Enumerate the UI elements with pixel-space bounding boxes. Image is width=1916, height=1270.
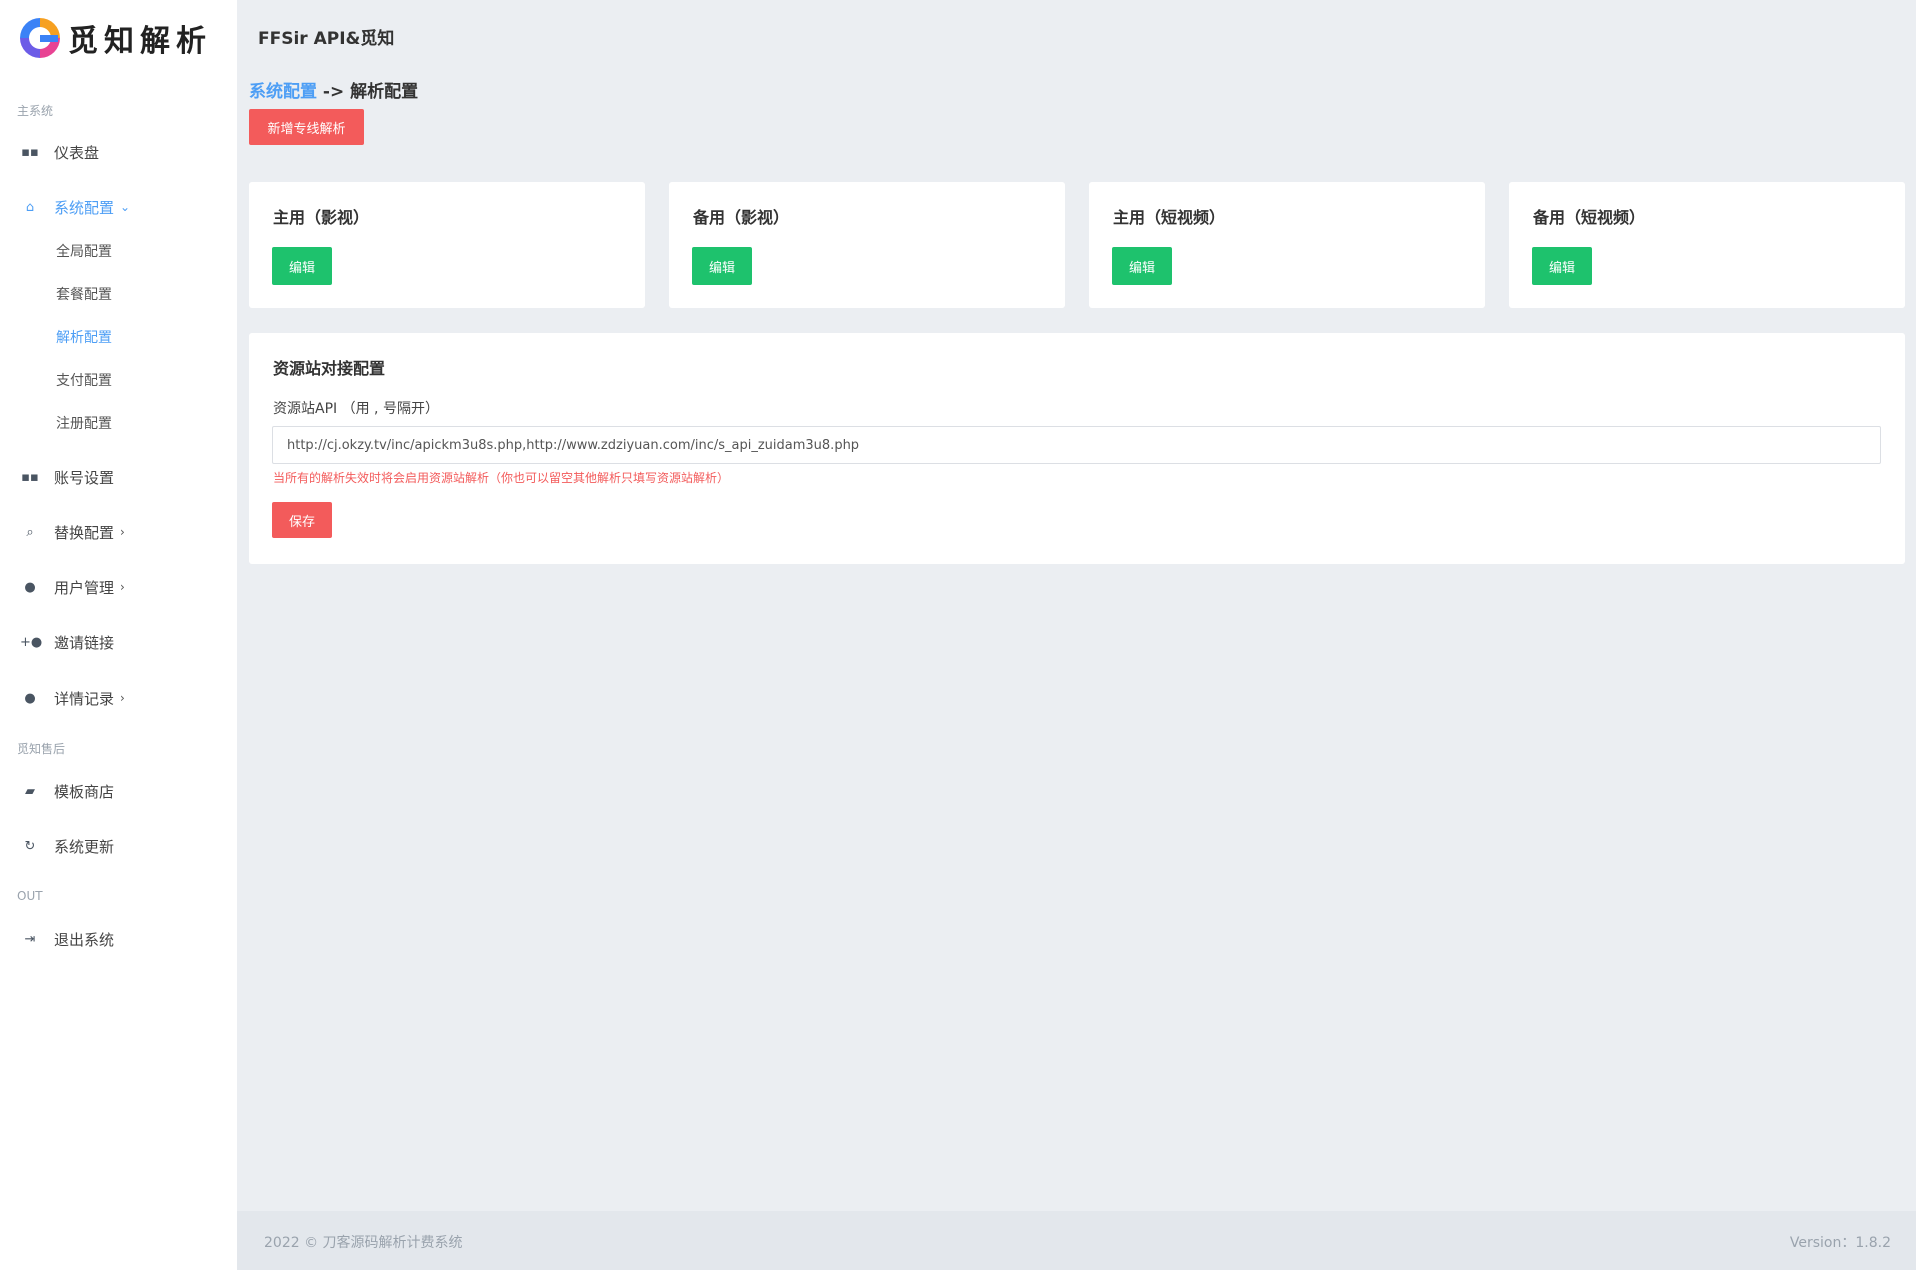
card-title: 备用（短视频） bbox=[1533, 208, 1646, 227]
sidebar-item-label: 退出系统 bbox=[54, 930, 115, 949]
sidebar-item-label: 详情记录 bbox=[54, 689, 115, 708]
edit-button[interactable]: 编辑 bbox=[1112, 247, 1172, 285]
sidebar-item-label: 系统更新 bbox=[54, 837, 115, 856]
dashboard-icon: ▪▪ bbox=[21, 469, 39, 485]
card-backup-short-video: 备用（短视频） 编辑 bbox=[1509, 182, 1905, 308]
home-icon: ⌂ bbox=[25, 199, 35, 215]
panel-title: 资源站对接配置 bbox=[273, 359, 386, 378]
card-title: 主用（短视频） bbox=[1113, 208, 1226, 227]
sidebar-subitem-register-config[interactable]: 注册配置 bbox=[56, 413, 112, 433]
add-dedicated-parse-button[interactable]: 新增专线解析 bbox=[249, 109, 364, 145]
edit-button[interactable]: 编辑 bbox=[692, 247, 752, 285]
sidebar-item-label: 模板商店 bbox=[54, 782, 115, 801]
sidebar-item-system-config[interactable]: ⌂ 系统配置 ⌄ bbox=[0, 189, 237, 225]
dashboard-icon: ▪▪ bbox=[21, 144, 39, 160]
sidebar-item-label: 替换配置 bbox=[54, 523, 115, 542]
sidebar-item-account-settings[interactable]: ▪▪ 账号设置 bbox=[0, 459, 237, 495]
sidebar-item-dashboard[interactable]: ▪▪ 仪表盘 bbox=[0, 134, 237, 170]
logout-icon: ⇥ bbox=[24, 931, 36, 947]
card-primary-video: 主用（影视） 编辑 bbox=[249, 182, 645, 308]
refresh-icon: ↻ bbox=[24, 838, 36, 854]
sidebar-item-label: 系统配置 bbox=[54, 198, 115, 217]
search-icon: ⌕ bbox=[26, 524, 34, 540]
footer-version: Version：1.8.2 bbox=[1789, 1235, 1891, 1251]
resource-api-hint: 当所有的解析失效时将会启用资源站解析（你也可以留空其他解析只填写资源站解析） bbox=[273, 471, 730, 485]
sidebar-item-replace-config[interactable]: ⌕ 替换配置 › bbox=[0, 514, 237, 550]
dot-icon: ● bbox=[24, 690, 36, 706]
chevron-down-icon: ⌄ bbox=[120, 200, 131, 214]
breadcrumb-current: 解析配置 bbox=[350, 82, 419, 102]
sidebar-item-label: 邀请链接 bbox=[54, 633, 115, 652]
bag-icon: ▰ bbox=[25, 783, 35, 799]
sidebar-item-logout[interactable]: ⇥ 退出系统 bbox=[0, 921, 237, 957]
card-primary-short-video: 主用（短视频） 编辑 bbox=[1089, 182, 1485, 308]
sidebar-item-label: 用户管理 bbox=[54, 578, 115, 597]
sidebar-item-detail-records[interactable]: ● 详情记录 › bbox=[0, 680, 237, 716]
sidebar-item-label: 账号设置 bbox=[54, 468, 115, 487]
sidebar-item-invite-link[interactable]: +● 邀请链接 bbox=[0, 624, 237, 660]
footer: 2022 © 刀客源码解析计费系统 Version：1.8.2 bbox=[237, 1211, 1916, 1270]
sidebar-subitem-payment-config[interactable]: 支付配置 bbox=[56, 370, 112, 390]
logo-icon bbox=[20, 18, 60, 58]
sidebar-subitem-package-config[interactable]: 套餐配置 bbox=[56, 284, 112, 304]
sidebar: 觅知解析 主系统 ▪▪ 仪表盘 ⌂ 系统配置 ⌄ 全局配置 套餐配置 解析配置 … bbox=[0, 0, 237, 1270]
logo-text: 觅知解析 bbox=[68, 24, 212, 59]
sidebar-item-label: 仪表盘 bbox=[54, 143, 100, 162]
breadcrumb-link-system-config[interactable]: 系统配置 bbox=[249, 82, 317, 102]
logo[interactable]: 觅知解析 bbox=[20, 14, 212, 62]
topbar-title: FFSir API&觅知 bbox=[258, 29, 395, 49]
edit-button[interactable]: 编辑 bbox=[272, 247, 332, 285]
edit-button[interactable]: 编辑 bbox=[1532, 247, 1592, 285]
sidebar-item-template-store[interactable]: ▰ 模板商店 bbox=[0, 773, 237, 809]
chevron-right-icon: › bbox=[120, 691, 125, 705]
chevron-right-icon: › bbox=[120, 580, 125, 594]
user-plus-icon: +● bbox=[20, 634, 43, 650]
nav-section-main: 主系统 bbox=[17, 104, 54, 118]
breadcrumb: 系统配置 -> 解析配置 bbox=[249, 77, 418, 102]
sidebar-item-system-update[interactable]: ↻ 系统更新 bbox=[0, 828, 237, 864]
resource-api-label: 资源站API （用 , 号隔开） bbox=[273, 401, 439, 417]
breadcrumb-separator: -> bbox=[317, 82, 351, 102]
chevron-right-icon: › bbox=[120, 525, 125, 539]
nav-section-after-sales: 觅知售后 bbox=[17, 742, 66, 756]
sidebar-subitem-global-config[interactable]: 全局配置 bbox=[56, 241, 112, 261]
sidebar-item-user-management[interactable]: ● 用户管理 › bbox=[0, 569, 237, 605]
card-backup-video: 备用（影视） 编辑 bbox=[669, 182, 1065, 308]
user-icon: ● bbox=[24, 579, 36, 595]
sidebar-subitem-parse-config[interactable]: 解析配置 bbox=[56, 327, 112, 347]
card-title: 主用（影视） bbox=[273, 208, 370, 227]
resource-api-input[interactable] bbox=[272, 426, 1881, 464]
card-title: 备用（影视） bbox=[693, 208, 790, 227]
footer-copyright: 2022 © 刀客源码解析计费系统 bbox=[264, 1235, 463, 1251]
nav-section-out: OUT bbox=[17, 889, 43, 903]
save-button[interactable]: 保存 bbox=[272, 502, 332, 538]
resource-site-panel: 资源站对接配置 资源站API （用 , 号隔开） 当所有的解析失效时将会启用资源… bbox=[249, 333, 1905, 564]
